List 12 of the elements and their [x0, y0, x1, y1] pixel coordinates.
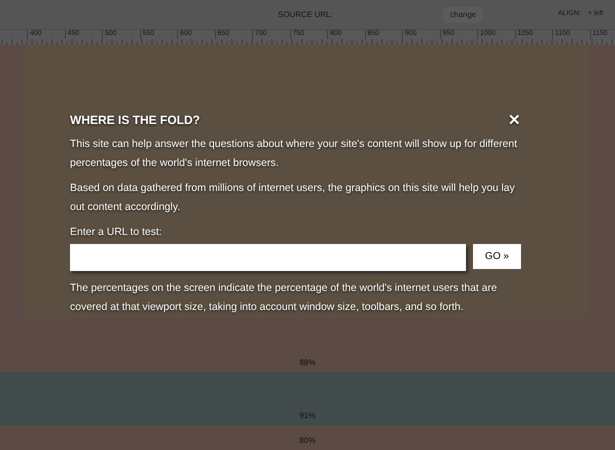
footnote-text: The percentages on the screen indicate the percentage of the world's internet users that are covered at that viewport size, taking into account window size, toolbars, and so forth.: [70, 280, 498, 315]
url-input-field[interactable]: [70, 244, 466, 271]
description-text: This site can help answer the questions about where your site's content will show up for different percentages of the world's internet browsers.: [70, 137, 518, 171]
source-url-label: SOURCE URL:: [278, 8, 333, 20]
coverage-percentage: 80%: [299, 435, 316, 447]
coverage-percentage: 88%: [299, 357, 316, 369]
coverage-percentage: 91%: [299, 410, 316, 422]
modal-title: WHERE IS THE FOLD?: [70, 112, 200, 129]
url-label: Enter a URL to test:: [70, 225, 163, 240]
close-button[interactable]: ✕: [508, 112, 521, 128]
description-text: Based on data gathered from millions of internet users, the graphics on this site will help you lay out content accordingly.: [70, 181, 516, 215]
go-button[interactable]: GO »: [473, 244, 521, 269]
